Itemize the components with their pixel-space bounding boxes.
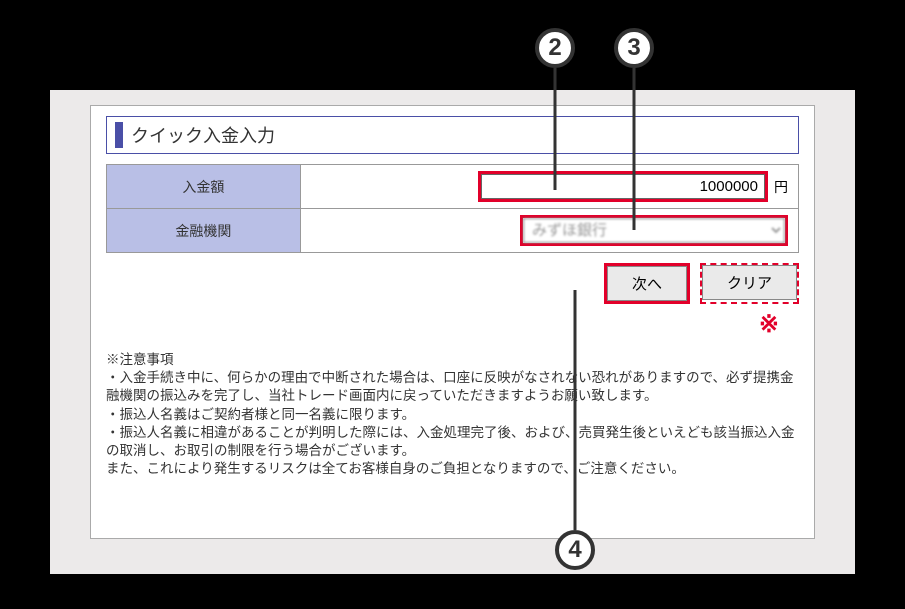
main-panel: クイック入金入力 入金額 円 金融機関 [90, 105, 815, 539]
title-bar: クイック入金入力 [106, 116, 799, 154]
bank-select[interactable]: みずほ銀行 [523, 218, 785, 243]
notes-line: ・振込人名義はご契約者様と同一名義に限ります。 [106, 406, 799, 424]
notes-line: ・振込人名義に相違があることが判明した際には、入金処理完了後、および、売買発生後… [106, 424, 799, 460]
callout-line [633, 68, 636, 230]
page-title: クイック入金入力 [115, 122, 790, 148]
form-table: 入金額 円 金融機関 みずほ銀行 [106, 164, 799, 253]
amount-unit: 円 [774, 177, 788, 197]
amount-label: 入金額 [107, 165, 301, 209]
next-button[interactable]: 次へ [607, 266, 687, 301]
notes-block: ※注意事項 ・入金手続き中に、何らかの理由で中断された場合は、口座に反映がなされ… [106, 351, 799, 479]
callout-number-icon: 4 [555, 530, 595, 570]
callout-line [574, 290, 577, 530]
next-highlight: 次へ [604, 263, 690, 304]
callout-4: 4 [555, 530, 595, 570]
callout-number-icon: 2 [535, 28, 575, 68]
amount-input[interactable] [481, 174, 765, 199]
bank-highlight: みずほ銀行 [520, 215, 788, 246]
amount-cell: 円 [300, 165, 798, 209]
callout-3: 3 [614, 28, 654, 68]
notes-line: また、これにより発生するリスクは全てお客様自身のご負担となりますので、ご注意くだ… [106, 460, 799, 478]
bank-cell: みずほ銀行 [300, 209, 798, 253]
bank-label: 金融機関 [107, 209, 301, 253]
callout-2: 2 [535, 28, 575, 68]
attention-mark: ※ [106, 310, 779, 339]
clear-highlight: クリア [700, 263, 799, 304]
notes-line: ・入金手続き中に、何らかの理由で中断された場合は、口座に反映がなされない恐れがあ… [106, 369, 799, 405]
notes-heading: ※注意事項 [106, 351, 799, 369]
callout-number-icon: 3 [614, 28, 654, 68]
callout-line [554, 68, 557, 190]
button-row: 次へ クリア [106, 263, 799, 304]
clear-button[interactable]: クリア [702, 265, 797, 300]
amount-highlight [478, 171, 768, 202]
